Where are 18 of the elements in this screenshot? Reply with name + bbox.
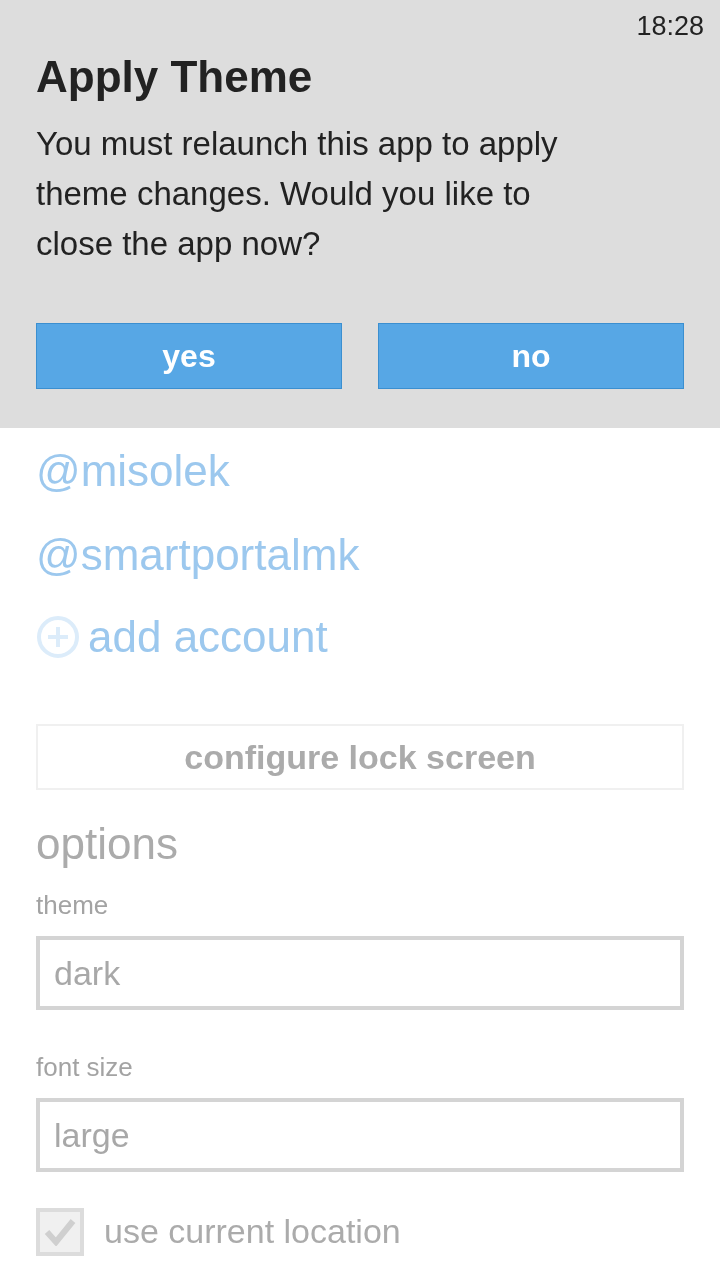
- plus-circle-icon: [36, 615, 80, 659]
- dialog-title: Apply Theme: [36, 50, 314, 103]
- account-link[interactable]: @smartportalmk: [36, 514, 684, 596]
- checkbox-label: use current location: [104, 1211, 401, 1252]
- check-icon: [44, 1217, 76, 1246]
- account-link[interactable]: @misolek: [36, 430, 684, 512]
- add-account-button[interactable]: add account: [36, 596, 684, 678]
- lock-screen-button[interactable]: configure lock screen: [36, 724, 684, 790]
- dialog-button[interactable]: yes: [36, 322, 342, 389]
- field-label: theme: [36, 889, 110, 922]
- status-time: 18:28: [636, 10, 704, 43]
- checkbox[interactable]: [36, 1207, 84, 1256]
- field-label: font size: [36, 1051, 134, 1084]
- section-heading: options: [36, 818, 179, 870]
- select-field[interactable]: large: [36, 1098, 684, 1172]
- select-field[interactable]: dark: [36, 936, 684, 1010]
- dialog-message: You must relaunch this app to apply theme changes. Would you like to close the app now?: [36, 123, 559, 264]
- dialog-button[interactable]: no: [378, 322, 684, 389]
